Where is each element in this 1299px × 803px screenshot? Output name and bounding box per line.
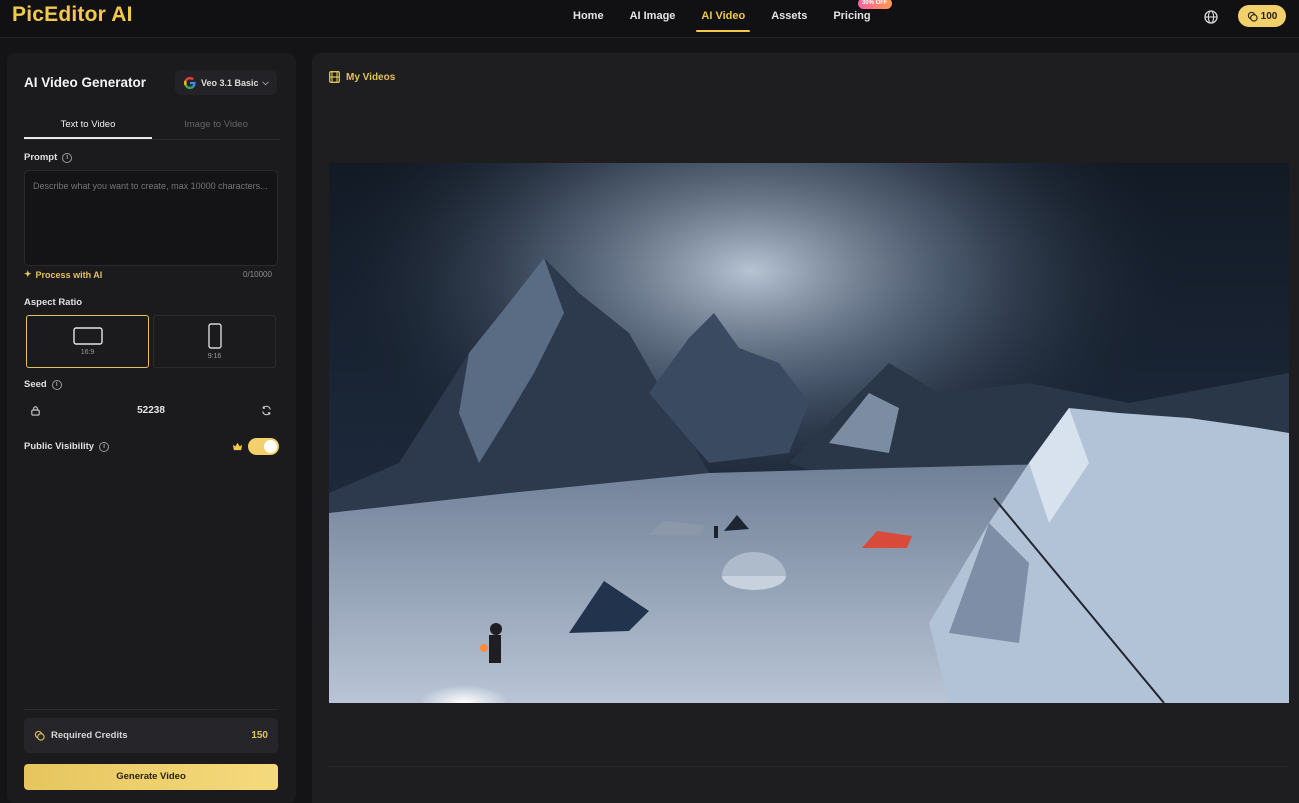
film-icon	[329, 71, 340, 83]
chevron-down-icon: ⌵	[262, 77, 269, 87]
process-with-ai-button[interactable]: ✦ Process with AI	[24, 269, 102, 280]
refresh-icon[interactable]	[261, 405, 272, 416]
aspect-option-9-16[interactable]: 9:16	[153, 315, 276, 368]
required-credits: Required Credits 150	[24, 718, 278, 753]
public-visibility-toggle[interactable]	[248, 438, 279, 455]
main-nav: Home AI Image AI Video Assets Pricing 30…	[560, 0, 892, 38]
seed-label-text: Seed	[24, 379, 47, 390]
crown-icon	[232, 442, 243, 451]
sparkle-icon: ✦	[24, 269, 32, 279]
nav-pricing-label: Pricing	[833, 10, 871, 22]
required-credits-label: Required Credits	[34, 730, 128, 741]
my-videos-header: My Videos	[329, 71, 395, 83]
public-visibility-label: Public Visibility i	[24, 441, 110, 452]
aspect-option-16-9[interactable]: 16:9	[26, 315, 149, 368]
nav-home[interactable]: Home	[560, 0, 617, 38]
prompt-char-count: 0/10000	[243, 270, 272, 279]
nav-ai-video[interactable]: AI Video	[688, 0, 758, 38]
tab-text-to-video[interactable]: Text to Video	[24, 116, 152, 139]
public-visibility-label-text: Public Visibility	[24, 441, 95, 452]
app-logo[interactable]: PicEditor AI	[12, 3, 133, 27]
seed-label: Seed i	[24, 379, 62, 390]
lock-icon[interactable]	[30, 405, 41, 416]
credits-balance-value: 100	[1260, 10, 1278, 22]
aspect-ratio-options: 16:9 9:16	[26, 315, 276, 368]
divider	[24, 709, 278, 710]
prompt-label: Prompt i	[24, 152, 73, 163]
generated-video-preview[interactable]	[329, 163, 1289, 703]
videos-panel: My Videos	[312, 53, 1299, 803]
google-icon	[184, 76, 196, 89]
nav-assets[interactable]: Assets	[758, 0, 820, 38]
generator-sidebar: AI Video Generator Veo 3.1 Basic ⌵ Text …	[7, 53, 296, 803]
model-select[interactable]: Veo 3.1 Basic ⌵	[175, 70, 277, 95]
video-thumbnail-snowy-mountain-camp	[329, 163, 1289, 703]
tab-image-to-video[interactable]: Image to Video	[152, 116, 280, 139]
generate-video-button[interactable]: Generate Video	[24, 764, 278, 790]
landscape-icon	[72, 327, 103, 345]
seed-field: 52238	[24, 399, 278, 421]
portrait-icon	[207, 323, 222, 349]
required-credits-text: Required Credits	[51, 730, 128, 741]
info-icon[interactable]: i	[51, 379, 62, 390]
my-videos-title: My Videos	[346, 71, 396, 83]
coins-icon	[1247, 11, 1258, 22]
nav-ai-image[interactable]: AI Image	[617, 0, 689, 38]
divider	[329, 766, 1289, 767]
required-credits-value: 150	[251, 730, 268, 741]
pricing-discount-badge: 30% OFF	[857, 0, 892, 9]
credits-balance[interactable]: 100	[1238, 5, 1286, 27]
top-navbar: PicEditor AI Home AI Image AI Video Asse…	[0, 0, 1299, 38]
aspect-option-label: 9:16	[207, 353, 222, 360]
info-icon[interactable]: i	[62, 152, 73, 163]
prompt-input[interactable]	[24, 170, 278, 266]
aspect-option-label: 16:9	[80, 349, 95, 356]
globe-icon[interactable]	[1203, 9, 1219, 25]
sidebar-title: AI Video Generator	[24, 75, 147, 90]
model-select-label: Veo 3.1 Basic	[201, 77, 259, 88]
generator-tabs: Text to Video Image to Video	[24, 116, 280, 140]
process-with-ai-label: Process with AI	[35, 269, 103, 280]
seed-input[interactable]: 52238	[137, 405, 165, 416]
nav-pricing[interactable]: Pricing 30% OFF	[820, 0, 892, 38]
coins-icon	[34, 730, 45, 741]
info-icon[interactable]: i	[99, 441, 110, 452]
prompt-label-text: Prompt	[24, 152, 58, 163]
aspect-ratio-label: Aspect Ratio	[24, 297, 83, 308]
